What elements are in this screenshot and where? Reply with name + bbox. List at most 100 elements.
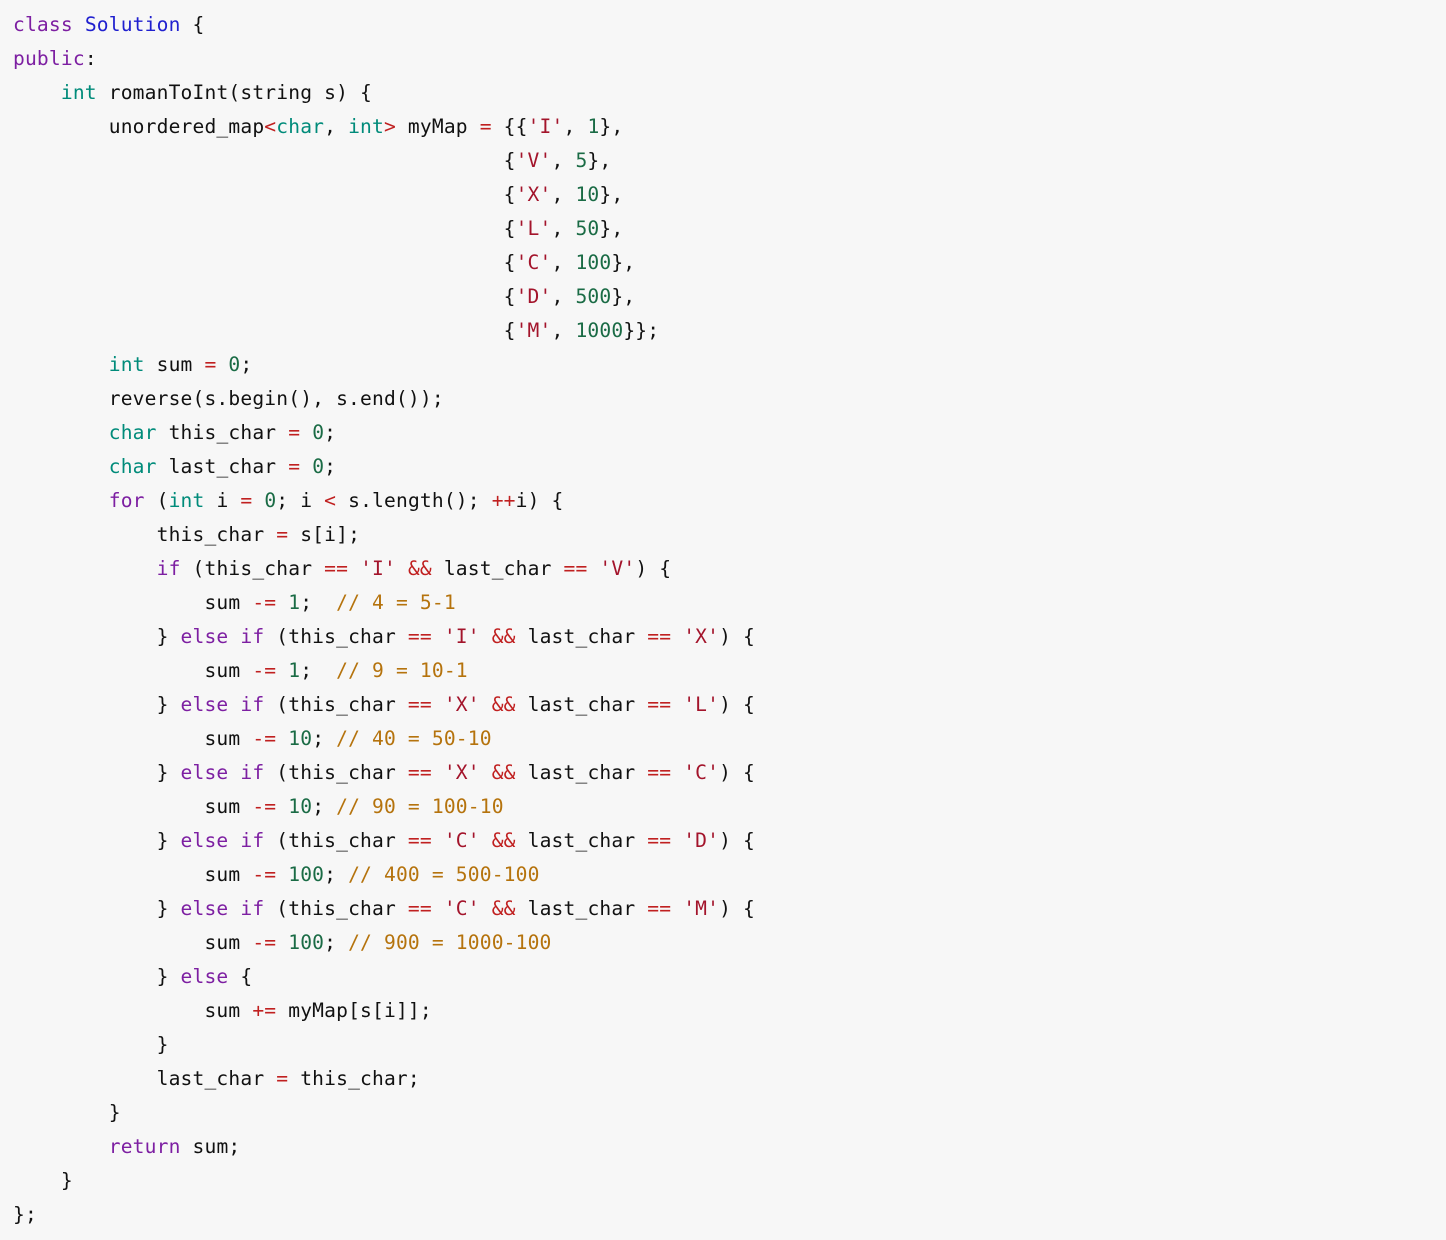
code-token-kw: if (240, 761, 265, 784)
code-token-str: 'C' (683, 761, 720, 784)
code-token-str: 'M' (683, 897, 720, 920)
code-token-pl: last_char (515, 625, 648, 648)
code-token-pl: unordered_map (13, 115, 265, 138)
code-token-pl: (this_char (264, 625, 408, 648)
code-token-op: = (276, 523, 289, 546)
code-token-pl: } (13, 625, 181, 648)
code-token-pl: { (13, 285, 516, 308)
code-token-op: += (252, 999, 277, 1022)
code-token-pl: (this_char (180, 557, 325, 580)
code-token-pl: ; (300, 591, 337, 614)
code-token-pl: ; i (276, 489, 325, 512)
code-line: sum -= 100; // 400 = 500-100 (13, 858, 755, 892)
code-token-cmt: // 900 = 1000-100 (348, 931, 552, 954)
code-token-pl: last_char (515, 693, 648, 716)
code-line: } else if (this_char == 'X' && last_char… (13, 756, 755, 790)
code-token-pl: }}; (623, 319, 660, 342)
code-token-pl: ; (324, 931, 349, 954)
code-token-pl: { (13, 319, 516, 342)
code-token-cmt: // 40 = 50-10 (336, 727, 492, 750)
code-token-pl: }, (599, 217, 624, 240)
code-token-pl: (this_char (264, 897, 408, 920)
code-token-op: == (647, 829, 672, 852)
code-token-op: < (264, 115, 277, 138)
code-token-str: 'V' (599, 557, 636, 580)
code-token-pl: ) { (719, 693, 755, 716)
code-token-cls: Solution (84, 13, 181, 36)
code-token-pl: }, (599, 183, 624, 206)
code-token-pl: ) { (719, 761, 755, 784)
code-token-kw: for (108, 489, 145, 512)
code-token-op: && (491, 693, 516, 716)
code-token-op: -= (252, 931, 277, 954)
code-token-op: = (276, 1067, 289, 1090)
code-token-pl: }, (611, 251, 636, 274)
code-token-pl: this_char (156, 421, 289, 444)
code-line: } else if (this_char == 'I' && last_char… (13, 620, 755, 654)
code-token-pl: , (563, 115, 588, 138)
code-token-pl: }; (13, 1203, 37, 1226)
code-token-str: 'D' (683, 829, 720, 852)
code-token-pl: { (180, 13, 205, 36)
code-token-op: && (491, 625, 516, 648)
code-token-num: 0 (264, 489, 277, 512)
code-token-pl: ( (144, 489, 169, 512)
code-token-cmt: // 4 = 5-1 (336, 591, 456, 614)
code-token-op: ++ (491, 489, 516, 512)
code-token-op: == (647, 693, 672, 716)
code-token-num: 10 (288, 795, 313, 818)
code-token-op: -= (252, 727, 277, 750)
code-token-typ: int (60, 81, 97, 104)
code-token-str: 'V' (515, 149, 552, 172)
code-token-kw: if (240, 625, 265, 648)
code-token-pl: { (13, 149, 516, 172)
code-line: reverse(s.begin(), s.end()); (13, 382, 755, 416)
code-token-op: == (407, 625, 432, 648)
code-token-pl: last_char (156, 455, 289, 478)
code-token-pl: myMap (395, 115, 480, 138)
code-token-pl: reverse(s.begin(), s.end()); (13, 387, 444, 410)
code-line: sum -= 10; // 90 = 100-10 (13, 790, 755, 824)
code-line: char this_char = 0; (13, 416, 755, 450)
code-token-kw: if (240, 829, 265, 852)
code-token-op: == (647, 897, 672, 920)
code-token-pl: this_char; (288, 1067, 420, 1090)
code-token-op: == (563, 557, 588, 580)
code-token-str: 'X' (515, 183, 552, 206)
code-token-typ: char (108, 421, 157, 444)
code-token-kw: else (180, 693, 229, 716)
code-token-num: 0 (312, 455, 325, 478)
code-token-kw: class (13, 13, 73, 36)
code-token-kw: else (180, 897, 229, 920)
code-line: } else if (this_char == 'X' && last_char… (13, 688, 755, 722)
code-token-pl: ) { (719, 829, 755, 852)
code-line: public: (13, 42, 755, 76)
code-token-pl: sum (13, 659, 253, 682)
code-token-pl: myMap[s[i]]; (276, 999, 432, 1022)
code-token-kw: else (180, 761, 229, 784)
code-token-pl: sum (13, 931, 253, 954)
code-token-pl: { (13, 183, 516, 206)
code-token-str: 'D' (515, 285, 552, 308)
code-token-pl: sum (13, 795, 253, 818)
code-token-pl: }, (611, 285, 636, 308)
code-line: sum -= 10; // 40 = 50-10 (13, 722, 755, 756)
code-block[interactable]: class Solution {public: int romanToInt(s… (13, 8, 755, 1232)
